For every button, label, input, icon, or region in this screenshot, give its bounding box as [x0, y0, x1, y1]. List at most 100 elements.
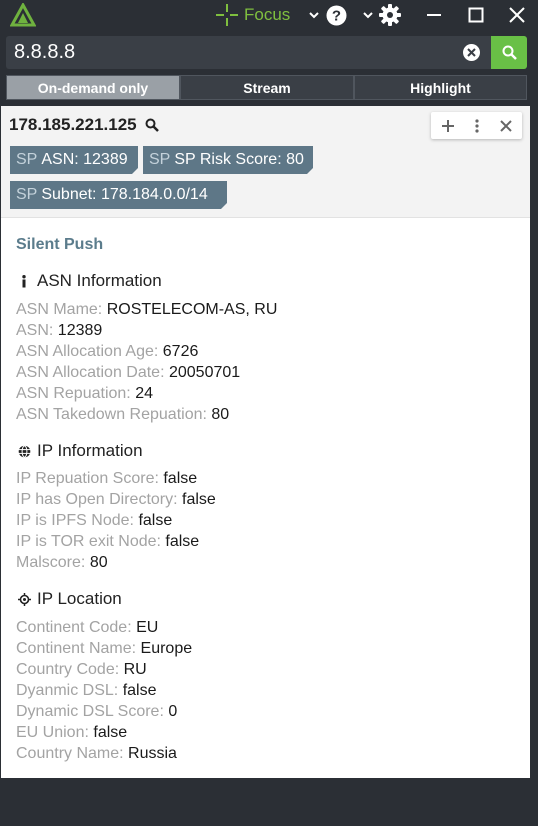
field-row: Continent Name: Europe — [16, 638, 192, 659]
section-title-text: IP Location — [37, 589, 122, 608]
more-vertical-icon[interactable] — [474, 118, 480, 133]
field-key: Malscore: — [16, 554, 86, 571]
tag-label: ASN: 12389 — [41, 151, 128, 168]
field-value: false — [93, 724, 128, 741]
plus-icon[interactable] — [441, 119, 455, 133]
field-row: Continent Code: EU — [16, 617, 158, 638]
field-row: Country Name: Russia — [16, 743, 177, 764]
field-value: 6726 — [162, 343, 199, 360]
entity-actions — [431, 112, 522, 139]
field-row: ASN: 12389 — [16, 320, 102, 341]
field-value: false — [138, 512, 173, 529]
search-button[interactable] — [491, 36, 527, 69]
section-title-text: IP Information — [37, 441, 143, 460]
field-key: Continent Code: — [16, 619, 132, 636]
field-value: false — [165, 533, 200, 550]
tag-prefix: SP — [149, 151, 171, 168]
field-row: ASN Allocation Age: 6726 — [16, 341, 198, 362]
gear-icon[interactable] — [378, 4, 402, 26]
tag-subnet[interactable]: SP Subnet: 178.184.0.0/14 — [10, 181, 227, 209]
field-key: ASN Takedown Repuation: — [16, 406, 207, 423]
field-key: Dyanmic DSL: — [16, 682, 119, 699]
field-key: EU Union: — [16, 724, 89, 741]
field-value: 80 — [89, 554, 108, 571]
field-row: Country Code: RU — [16, 659, 147, 680]
field-key: ASN: — [16, 322, 54, 339]
tab-highlight[interactable]: Highlight — [354, 75, 527, 100]
field-value: RU — [123, 661, 147, 678]
field-row: ASN Repuation: 24 — [16, 383, 153, 404]
field-value: 24 — [135, 385, 153, 402]
field-row: Dyanmic DSL: false — [16, 680, 157, 701]
close-icon[interactable] — [500, 119, 512, 132]
tag-asn[interactable]: SP ASN: 12389 — [10, 146, 138, 174]
field-value: false — [163, 470, 198, 487]
field-key: IP has Open Directory: — [16, 491, 178, 508]
field-key: IP is IPFS Node: — [16, 512, 134, 529]
tag-prefix: SP — [16, 186, 38, 203]
field-row: IP is TOR exit Node: false — [16, 531, 199, 552]
focus-dropdown-chevron-icon[interactable] — [308, 4, 320, 26]
info-icon — [17, 274, 31, 288]
clear-search-icon[interactable] — [463, 44, 480, 61]
maximize-icon[interactable] — [466, 4, 486, 26]
search-icon — [502, 45, 517, 60]
globe-icon — [17, 444, 31, 458]
field-key: ASN Mame: — [16, 301, 103, 318]
integration-title[interactable]: Silent Push — [16, 236, 103, 254]
search-bar — [6, 36, 527, 69]
field-key: Dynamic DSL Score: — [16, 703, 164, 720]
tab-stream[interactable]: Stream — [180, 75, 354, 100]
section-ip-information: IP Information — [17, 441, 143, 461]
section-asn-information: ASN Information — [17, 271, 162, 291]
section-title-text: ASN Information — [37, 271, 162, 290]
field-key: IP is TOR exit Node: — [16, 533, 161, 550]
field-key: Country Code: — [16, 661, 120, 678]
search-input[interactable] — [6, 36, 491, 69]
field-row: ASN Takedown Repuation: 80 — [16, 404, 229, 425]
svg-text:?: ? — [331, 7, 340, 24]
field-row: ASN Allocation Date: 20050701 — [16, 362, 240, 383]
focus-label: Focus — [244, 5, 291, 24]
field-row: Malscore: 80 — [16, 552, 108, 573]
field-row: IP is IPFS Node: false — [16, 510, 172, 531]
field-row: IP has Open Directory: false — [16, 489, 216, 510]
entity-ip-text[interactable]: 178.185.221.125 — [9, 115, 137, 135]
field-key: ASN Allocation Date: — [16, 364, 165, 381]
field-value: EU — [136, 619, 159, 636]
field-value: 20050701 — [168, 364, 241, 381]
field-key: ASN Allocation Age: — [16, 343, 159, 360]
field-value: ROSTELECOM-AS, RU — [106, 301, 278, 318]
field-value: Europe — [140, 640, 193, 657]
field-value: Russia — [128, 745, 177, 762]
field-value: 80 — [211, 406, 230, 423]
location-crosshair-icon — [17, 592, 31, 606]
help-icon[interactable]: ? — [325, 4, 347, 26]
close-window-icon[interactable] — [507, 4, 527, 26]
help-dropdown-chevron-icon[interactable] — [362, 4, 374, 26]
field-value: 0 — [168, 703, 178, 720]
entity-header: 178.185.221.125 SP ASN: 12389 SP SP Risk… — [1, 106, 530, 218]
field-key: IP Repuation Score: — [16, 470, 159, 487]
tab-on-demand-only[interactable]: On-demand only — [6, 75, 180, 100]
field-row: IP Repuation Score: false — [16, 468, 197, 489]
field-row: ASN Mame: ROSTELECOM-AS, RU — [16, 299, 277, 320]
search-icon[interactable] — [145, 118, 159, 132]
title-bar: Focus ? — [0, 0, 538, 30]
tag-label: Subnet: 178.184.0.0/14 — [41, 186, 208, 203]
mode-tabs: On-demand only Stream Highlight — [6, 75, 527, 100]
field-value: 12389 — [57, 322, 103, 339]
tag-risk-score[interactable]: SP SP Risk Score: 80 — [143, 146, 313, 174]
results-panel: 178.185.221.125 SP ASN: 12389 SP SP Risk… — [1, 106, 530, 778]
section-ip-location: IP Location — [17, 589, 122, 609]
field-row: EU Union: false — [16, 722, 127, 743]
tag-prefix: SP — [16, 151, 38, 168]
focus-toggle[interactable]: Focus — [216, 4, 290, 26]
field-row: Dynamic DSL Score: 0 — [16, 701, 177, 722]
minimize-icon[interactable] — [424, 4, 444, 26]
field-value: false — [182, 491, 216, 508]
field-key: ASN Repuation: — [16, 385, 131, 402]
tag-label: SP Risk Score: 80 — [174, 151, 304, 168]
crosshair-icon — [216, 4, 238, 26]
field-key: Continent Name: — [16, 640, 137, 657]
